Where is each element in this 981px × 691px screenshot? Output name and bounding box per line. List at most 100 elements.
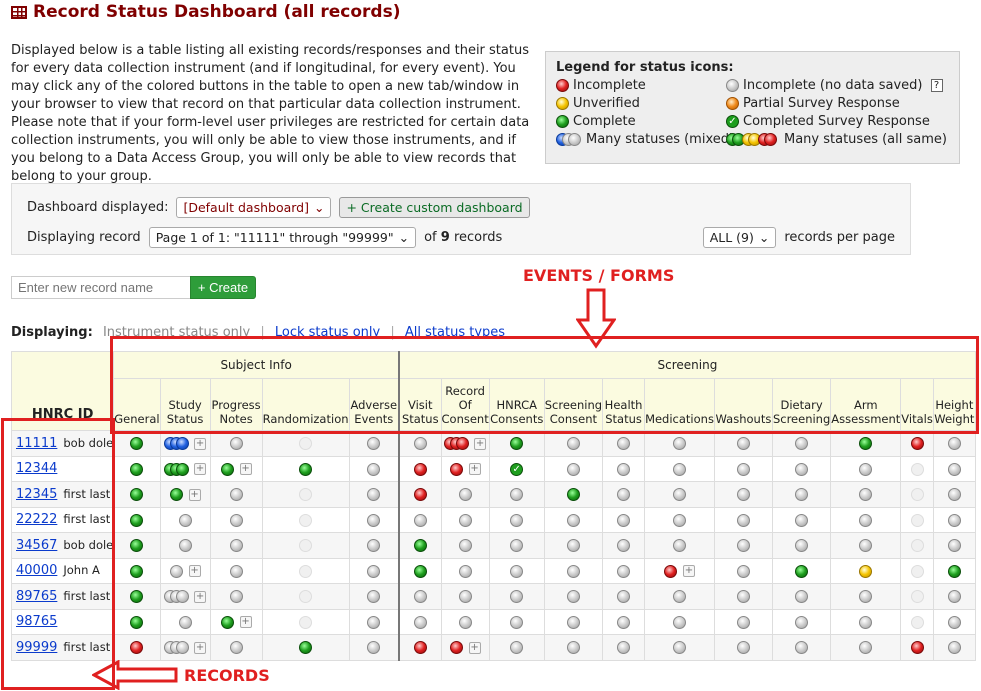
status-faint-icon[interactable] [299, 615, 313, 629]
status-faint-icon[interactable] [299, 513, 313, 527]
status-red-icon[interactable] [449, 641, 463, 655]
status-gray-icon[interactable] [736, 615, 750, 629]
status-gray-icon[interactable] [859, 590, 873, 604]
status-faint-icon[interactable] [910, 615, 924, 629]
many-statuses-icon[interactable] [164, 641, 190, 655]
status-gray-icon[interactable] [673, 539, 686, 553]
status-gray-icon[interactable] [229, 539, 243, 553]
status-gray-icon[interactable] [947, 488, 961, 502]
status-gray-icon[interactable] [736, 513, 750, 527]
status-faint-icon[interactable] [910, 590, 924, 604]
status-yellow-icon[interactable] [859, 564, 873, 578]
status-gray-icon[interactable] [367, 615, 381, 629]
status-gray-icon[interactable] [617, 462, 631, 476]
status-gray-icon[interactable] [510, 539, 524, 553]
status-red-icon[interactable] [413, 488, 427, 502]
status-gray-icon[interactable] [566, 539, 580, 553]
status-gray-icon[interactable] [947, 641, 961, 655]
status-faint-icon[interactable] [910, 539, 924, 553]
status-red-icon[interactable] [413, 462, 427, 476]
add-instance-button[interactable]: + [194, 463, 207, 476]
status-gray-icon[interactable] [367, 539, 381, 553]
status-gray-icon[interactable] [458, 539, 472, 553]
status-green-icon[interactable] [130, 488, 144, 502]
status-green-icon[interactable] [510, 437, 524, 451]
status-green-icon[interactable] [220, 462, 234, 476]
status-green-icon[interactable] [859, 437, 873, 451]
status-gray-icon[interactable] [795, 437, 809, 451]
page-select[interactable]: Page 1 of 1: "11111" through "99999" ⌄ [148, 226, 417, 248]
status-green-icon[interactable] [795, 564, 809, 578]
status-gray-icon[interactable] [947, 539, 961, 553]
status-gray-icon[interactable] [458, 590, 472, 604]
new-record-input[interactable] [11, 276, 191, 299]
status-red-icon[interactable] [449, 462, 463, 476]
status-gray-icon[interactable] [229, 590, 243, 604]
status-gray-icon[interactable] [859, 488, 873, 502]
status-green-icon[interactable] [130, 564, 144, 578]
status-gray-icon[interactable] [947, 462, 961, 476]
many-statuses-icon[interactable] [164, 462, 190, 476]
status-green-icon[interactable] [130, 437, 144, 451]
status-red-icon[interactable] [910, 641, 924, 655]
status-gray-icon[interactable] [617, 539, 631, 553]
add-instance-button[interactable]: + [474, 437, 487, 450]
many-statuses-icon[interactable] [164, 437, 190, 451]
status-gray-icon[interactable] [736, 641, 750, 655]
many-statuses-icon[interactable] [444, 437, 470, 451]
status-gray-icon[interactable] [510, 641, 524, 655]
status-faint-icon[interactable] [299, 590, 313, 604]
status-green-icon[interactable] [299, 641, 313, 655]
status-gray-icon[interactable] [673, 513, 686, 527]
status-faint-icon[interactable] [910, 513, 924, 527]
status-gray-icon[interactable] [859, 539, 873, 553]
help-icon[interactable]: ? [930, 79, 943, 92]
status-gray-icon[interactable] [859, 641, 873, 655]
status-gray-icon[interactable] [510, 615, 524, 629]
create-record-button[interactable]: + Create [190, 276, 256, 299]
add-instance-button[interactable]: + [188, 565, 201, 578]
status-gray-icon[interactable] [510, 513, 524, 527]
add-instance-button[interactable]: + [239, 616, 252, 629]
status-gray-icon[interactable] [617, 615, 631, 629]
status-gray-icon[interactable] [673, 488, 686, 502]
status-check-icon[interactable]: ✓ [510, 462, 524, 476]
status-gray-icon[interactable] [510, 564, 524, 578]
status-green-icon[interactable] [220, 615, 234, 629]
status-gray-icon[interactable] [673, 437, 686, 451]
status-green-icon[interactable] [413, 564, 427, 578]
status-gray-icon[interactable] [859, 462, 873, 476]
status-gray-icon[interactable] [566, 590, 580, 604]
status-gray-icon[interactable] [566, 462, 580, 476]
status-gray-icon[interactable] [795, 641, 809, 655]
add-instance-button[interactable]: + [468, 641, 481, 654]
status-gray-icon[interactable] [169, 564, 183, 578]
status-gray-icon[interactable] [617, 488, 631, 502]
status-faint-icon[interactable] [299, 437, 313, 451]
status-gray-icon[interactable] [736, 488, 750, 502]
status-gray-icon[interactable] [566, 564, 580, 578]
status-gray-icon[interactable] [673, 590, 686, 604]
status-gray-icon[interactable] [178, 539, 192, 553]
status-gray-icon[interactable] [229, 641, 243, 655]
status-green-icon[interactable] [130, 539, 144, 553]
status-gray-icon[interactable] [229, 488, 243, 502]
status-gray-icon[interactable] [673, 615, 686, 629]
add-instance-button[interactable]: + [194, 590, 207, 603]
status-gray-icon[interactable] [413, 615, 427, 629]
status-gray-icon[interactable] [229, 437, 243, 451]
status-gray-icon[interactable] [947, 513, 961, 527]
status-gray-icon[interactable] [458, 488, 472, 502]
status-red-icon[interactable] [664, 564, 677, 578]
status-gray-icon[interactable] [367, 641, 381, 655]
status-red-icon[interactable] [413, 641, 427, 655]
status-gray-icon[interactable] [458, 564, 472, 578]
status-gray-icon[interactable] [510, 590, 524, 604]
status-faint-icon[interactable] [910, 488, 924, 502]
status-gray-icon[interactable] [566, 437, 580, 451]
status-gray-icon[interactable] [947, 437, 961, 451]
status-gray-icon[interactable] [795, 615, 809, 629]
status-gray-icon[interactable] [413, 513, 427, 527]
status-green-icon[interactable] [299, 462, 313, 476]
status-red-icon[interactable] [130, 641, 144, 655]
